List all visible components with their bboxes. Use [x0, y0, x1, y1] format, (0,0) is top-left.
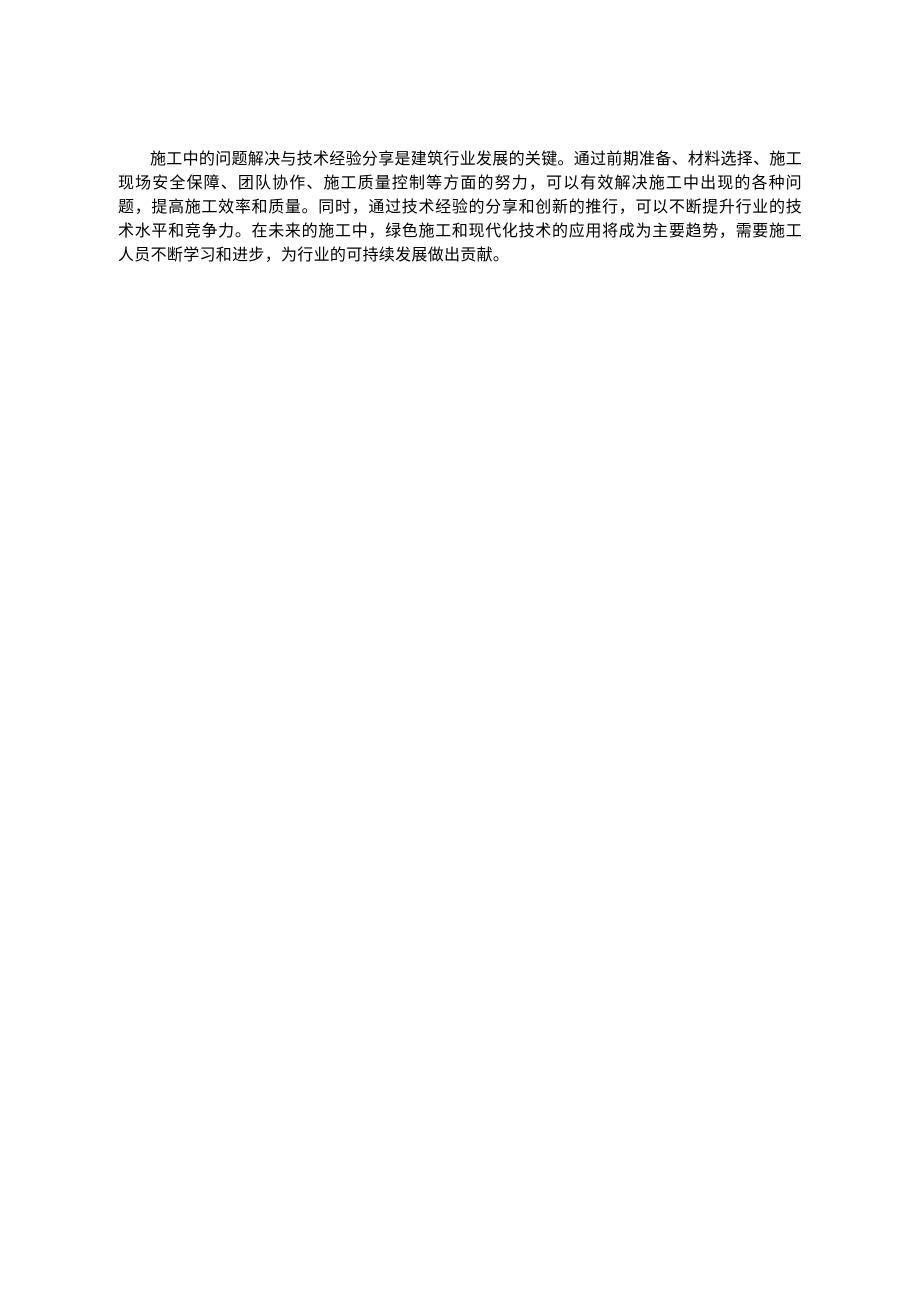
body-paragraph: 施工中的问题解决与技术经验分享是建筑行业发展的关键。通过前期准备、材料选择、施工…	[118, 148, 802, 268]
document-page: 施工中的问题解决与技术经验分享是建筑行业发展的关键。通过前期准备、材料选择、施工…	[0, 0, 920, 268]
